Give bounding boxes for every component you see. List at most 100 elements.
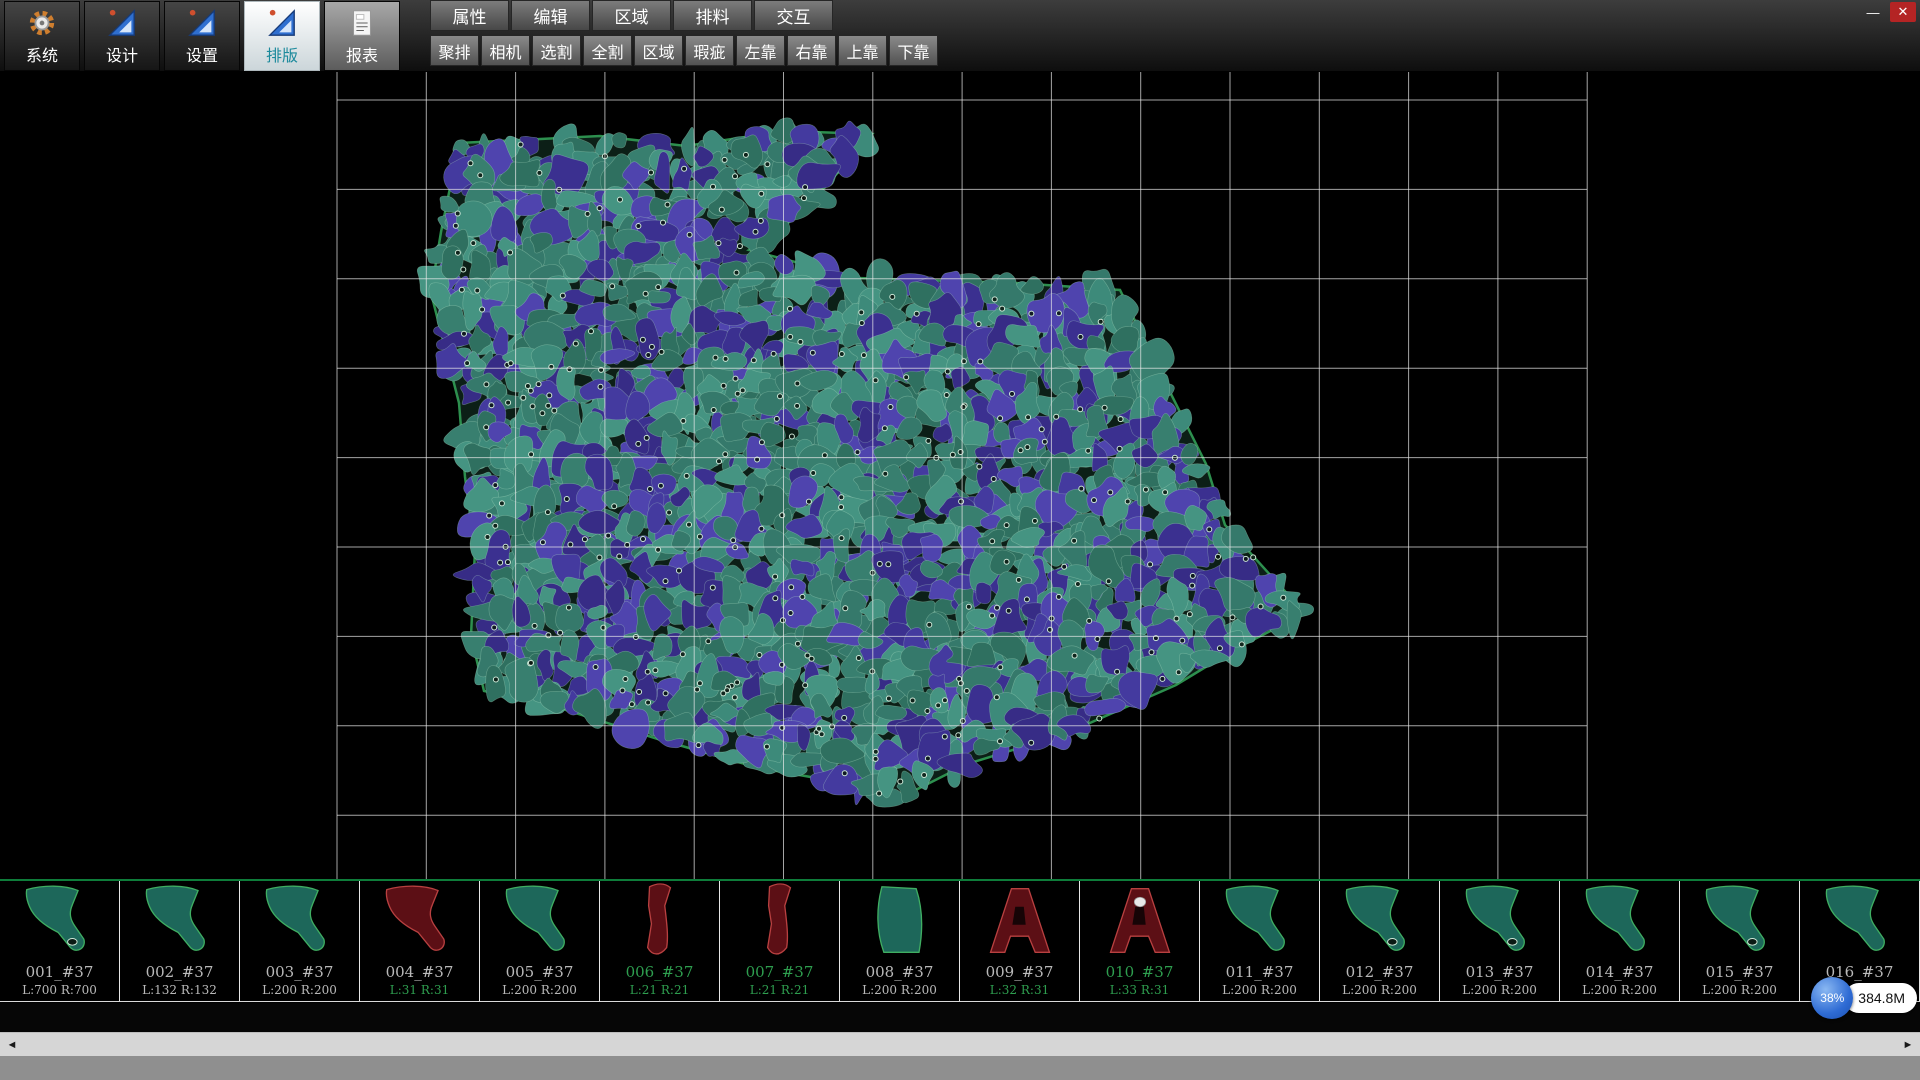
- piece-id-label: 011_#37: [1226, 963, 1294, 982]
- piece-id-label: 009_#37: [986, 963, 1054, 982]
- piece-count-label: L:200 R:200: [862, 982, 937, 998]
- toolbar-button-label: 排版: [266, 42, 298, 66]
- piece-id-label: 005_#37: [506, 963, 574, 982]
- piece-id-label: 012_#37: [1346, 963, 1414, 982]
- tool-button-9[interactable]: 上靠: [838, 35, 887, 66]
- piece-cell-15[interactable]: 015_#37L:200 R:200: [1680, 881, 1800, 1001]
- progress-percent: 38%: [1820, 991, 1844, 1005]
- piece-cell-10[interactable]: 010_#37L:33 R:31: [1080, 881, 1200, 1001]
- toolbar-settings-button[interactable]: 设置: [164, 1, 240, 71]
- toolbar-gear-button[interactable]: 系统: [4, 1, 80, 71]
- menu-tab-row: 属性编辑区域排料交互: [430, 0, 938, 31]
- piece-cell-13[interactable]: 013_#37L:200 R:200: [1440, 881, 1560, 1001]
- piece-count-label: L:21 R:21: [750, 982, 809, 998]
- main-toolbar: 系统 设计 设置排版 报表: [4, 1, 404, 71]
- nesting-canvas[interactable]: [0, 72, 1920, 879]
- piece-cell-4[interactable]: 004_#37L:31 R:31: [360, 881, 480, 1001]
- piece-shape: [490, 881, 590, 963]
- piece-shape: [1090, 881, 1190, 963]
- piece-count-label: L:31 R:31: [390, 982, 449, 998]
- tool-button-7[interactable]: 左靠: [736, 35, 785, 66]
- piece-strip: 001_#37L:700 R:700002_#37L:132 R:132003_…: [0, 879, 1920, 1002]
- piece-count-label: L:32 R:31: [990, 982, 1049, 998]
- tool-button-1[interactable]: 聚排: [430, 35, 479, 66]
- piece-cell-7[interactable]: 007_#37L:21 R:21: [720, 881, 840, 1001]
- piece-shape: [610, 881, 710, 963]
- tool-button-5[interactable]: 区域: [634, 35, 683, 66]
- piece-count-label: L:132 R:132: [142, 982, 217, 998]
- piece-count-label: L:200 R:200: [262, 982, 337, 998]
- scroll-left-icon[interactable]: ◄: [0, 1039, 24, 1051]
- memory-badge: 384.8M: [1844, 983, 1917, 1013]
- piece-id-label: 014_#37: [1586, 963, 1654, 982]
- piece-count-label: L:33 R:31: [1110, 982, 1169, 998]
- bottom-band: [0, 1056, 1920, 1080]
- piece-shape: [850, 881, 950, 963]
- piece-shape: [10, 881, 110, 963]
- toolbar-button-label: 设计: [106, 42, 138, 66]
- menu-tab-2[interactable]: 编辑: [511, 0, 590, 31]
- piece-cell-9[interactable]: 009_#37L:32 R:31: [960, 881, 1080, 1001]
- menu-tab-4[interactable]: 排料: [673, 0, 752, 31]
- piece-shape: [130, 881, 230, 963]
- close-button[interactable]: ✕: [1890, 2, 1916, 22]
- piece-id-label: 015_#37: [1706, 963, 1774, 982]
- piece-shape: [730, 881, 830, 963]
- piece-cell-8[interactable]: 008_#37L:200 R:200: [840, 881, 960, 1001]
- piece-count-label: L:200 R:200: [1342, 982, 1417, 998]
- piece-id-label: 001_#37: [26, 963, 94, 982]
- horizontal-scrollbar[interactable]: ◄ ►: [0, 1032, 1920, 1056]
- menu-tab-5[interactable]: 交互: [754, 0, 833, 31]
- tool-button-4[interactable]: 全割: [583, 35, 632, 66]
- piece-count-label: L:200 R:200: [1222, 982, 1297, 998]
- menu-area: 属性编辑区域排料交互 聚排相机选割全割区域瑕疵左靠右靠上靠下靠: [430, 0, 938, 66]
- piece-shape: [1810, 881, 1910, 963]
- toolbar-nesting-button[interactable]: 排版: [244, 1, 320, 71]
- piece-id-label: 008_#37: [866, 963, 934, 982]
- tool-button-6[interactable]: 瑕疵: [685, 35, 734, 66]
- tool-button-10[interactable]: 下靠: [889, 35, 938, 66]
- piece-shape: [1210, 881, 1310, 963]
- top-toolbar: 系统设计设置排版报表 属性编辑区域排料交互 聚排相机选割全割区域瑕疵左靠右靠上靠…: [0, 0, 1920, 72]
- gear-icon: [26, 7, 58, 39]
- piece-id-label: 010_#37: [1106, 963, 1174, 982]
- tool-button-8[interactable]: 右靠: [787, 35, 836, 66]
- piece-shape: [1690, 881, 1790, 963]
- scroll-right-icon[interactable]: ►: [1896, 1039, 1920, 1051]
- piece-shape: [250, 881, 350, 963]
- piece-count-label: L:200 R:200: [1702, 982, 1777, 998]
- piece-cell-5[interactable]: 005_#37L:200 R:200: [480, 881, 600, 1001]
- piece-cell-11[interactable]: 011_#37L:200 R:200: [1200, 881, 1320, 1001]
- piece-id-label: 013_#37: [1466, 963, 1534, 982]
- progress-badge: 38%: [1811, 977, 1853, 1019]
- piece-cell-12[interactable]: 012_#37L:200 R:200: [1320, 881, 1440, 1001]
- piece-shape: [370, 881, 470, 963]
- piece-cell-6[interactable]: 006_#37L:21 R:21: [600, 881, 720, 1001]
- tool-button-2[interactable]: 相机: [481, 35, 530, 66]
- piece-cell-1[interactable]: 001_#37L:700 R:700: [0, 881, 120, 1001]
- piece-cell-14[interactable]: 014_#37L:200 R:200: [1560, 881, 1680, 1001]
- piece-shape: [1570, 881, 1670, 963]
- nesting-svg: [0, 72, 1920, 879]
- strip-gap: [0, 1003, 1920, 1032]
- piece-cell-2[interactable]: 002_#37L:132 R:132: [120, 881, 240, 1001]
- piece-shape: [1450, 881, 1550, 963]
- toolbar-design-button[interactable]: 设计: [84, 1, 160, 71]
- design-icon: [106, 7, 138, 39]
- status-float: 38% 384.8M: [1811, 977, 1917, 1019]
- minimize-button[interactable]: —: [1860, 2, 1886, 22]
- piece-id-label: 003_#37: [266, 963, 334, 982]
- app-window: 系统设计设置排版报表 属性编辑区域排料交互 聚排相机选割全割区域瑕疵左靠右靠上靠…: [0, 0, 1920, 1080]
- tool-button-3[interactable]: 选割: [532, 35, 581, 66]
- piece-count-label: L:200 R:200: [502, 982, 577, 998]
- window-controls: — ✕: [1860, 2, 1916, 22]
- toolbar-button-label: 报表: [346, 42, 378, 66]
- piece-cell-3[interactable]: 003_#37L:200 R:200: [240, 881, 360, 1001]
- menu-tab-1[interactable]: 属性: [430, 0, 509, 31]
- piece-shape: [1330, 881, 1430, 963]
- toolbar-report-button[interactable]: 报表: [324, 1, 400, 71]
- piece-id-label: 002_#37: [146, 963, 214, 982]
- piece-count-label: L:200 R:200: [1462, 982, 1537, 998]
- toolbar-button-label: 系统: [26, 42, 58, 66]
- menu-tab-3[interactable]: 区域: [592, 0, 671, 31]
